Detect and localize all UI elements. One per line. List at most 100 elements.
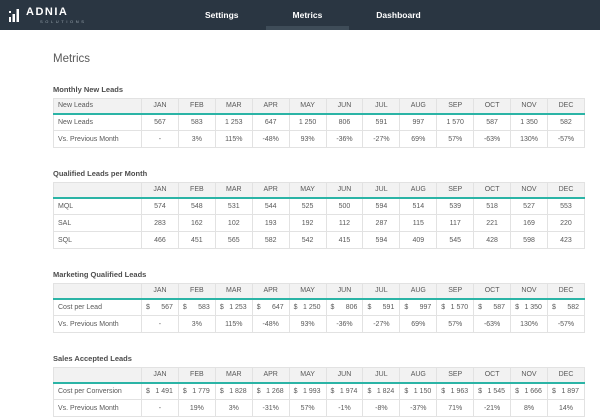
cell-value: 3% <box>215 400 252 417</box>
table-heading: Qualified Leads per Month <box>53 169 585 178</box>
table-header-row: JANFEBMARAPRMAYJUNJULAUGSEPOCTNOVDEC <box>54 284 585 299</box>
table-heading: Monthly New Leads <box>53 85 585 94</box>
currency-symbol: $ <box>478 304 482 311</box>
page-content: Metrics Monthly New LeadsNew LeadsJANFEB… <box>0 30 600 417</box>
tab-metrics[interactable]: Metrics <box>266 0 350 30</box>
cell-value: $1 666 <box>511 383 548 400</box>
cell-value: 565 <box>215 232 252 249</box>
cell-value: $1 253 <box>215 299 252 316</box>
month-header: JUL <box>363 99 400 114</box>
cell-value: -63% <box>474 131 511 148</box>
cell-value: $1 570 <box>437 299 474 316</box>
tab-settings[interactable]: Settings <box>178 0 266 30</box>
cell-value: 192 <box>289 215 326 232</box>
cell-value: -48% <box>252 316 289 333</box>
cell-value: 466 <box>142 232 179 249</box>
cell-value: 283 <box>142 215 179 232</box>
cell-value: 1 250 <box>289 114 326 131</box>
row-label: MQL <box>54 198 142 215</box>
cell-value: 19% <box>178 400 215 417</box>
month-header: SEP <box>437 183 474 198</box>
cell-value: 169 <box>511 215 548 232</box>
cell-value: -31% <box>252 400 289 417</box>
cell-value: - <box>142 400 179 417</box>
month-header: NOV <box>511 183 548 198</box>
currency-symbol: $ <box>515 304 519 311</box>
month-header: JUL <box>363 368 400 383</box>
cell-value: 117 <box>437 215 474 232</box>
table-row: MQL574548531544525500594514539518527553 <box>54 198 585 215</box>
cell-value: 567 <box>142 114 179 131</box>
currency-symbol: $ <box>552 304 556 311</box>
brand-logo: ADNIA SOLUTIONS <box>0 0 150 30</box>
cell-value: 574 <box>142 198 179 215</box>
cell-value: - <box>142 131 179 148</box>
month-header: FEB <box>178 99 215 114</box>
cell-value: 527 <box>511 198 548 215</box>
cell-value: -63% <box>474 316 511 333</box>
table-row: SAL283162102193192112287115117221169220 <box>54 215 585 232</box>
currency-symbol: $ <box>331 388 335 395</box>
cell-value: $1 545 <box>474 383 511 400</box>
brand-text: ADNIA SOLUTIONS <box>26 7 87 24</box>
currency-symbol: $ <box>331 304 335 311</box>
table-row: Vs. Previous Month-3%115%-48%93%-36%-27%… <box>54 316 585 333</box>
cell-value: 1 350 <box>511 114 548 131</box>
month-header: DEC <box>547 183 584 198</box>
cell-value: 647 <box>252 114 289 131</box>
table-row: Cost per Conversion$1 491$1 779$1 828$1 … <box>54 383 585 400</box>
cell-value: 162 <box>178 215 215 232</box>
table-section: Marketing Qualified LeadsJANFEBMARAPRMAY… <box>53 270 585 333</box>
currency-symbol: $ <box>294 304 298 311</box>
month-header: MAY <box>289 99 326 114</box>
cell-value: 583 <box>178 114 215 131</box>
currency-symbol: $ <box>552 388 556 395</box>
cell-value: 525 <box>289 198 326 215</box>
table-row: SQL466451565582542415594409545428598423 <box>54 232 585 249</box>
cell-value: $1 150 <box>400 383 437 400</box>
month-header: SEP <box>437 368 474 383</box>
cell-value: -48% <box>252 131 289 148</box>
tables-container: Monthly New LeadsNew LeadsJANFEBMARAPRMA… <box>53 85 585 417</box>
cell-value: 514 <box>400 198 437 215</box>
brand-name: ADNIA <box>26 7 87 18</box>
row-label-header <box>54 368 142 383</box>
month-header: FEB <box>178 183 215 198</box>
cell-value: - <box>142 316 179 333</box>
cell-value: 548 <box>178 198 215 215</box>
cell-value: $1 350 <box>511 299 548 316</box>
month-header: MAR <box>215 368 252 383</box>
cell-value: 102 <box>215 215 252 232</box>
cell-value: $1 824 <box>363 383 400 400</box>
cell-value: 130% <box>511 131 548 148</box>
currency-symbol: $ <box>220 304 224 311</box>
cell-value: 415 <box>326 232 363 249</box>
month-header: APR <box>252 99 289 114</box>
cell-value: -1% <box>326 400 363 417</box>
month-header: JUN <box>326 368 363 383</box>
row-label: Cost per Lead <box>54 299 142 316</box>
month-header: NOV <box>511 284 548 299</box>
nav-tabs: SettingsMetricsDashboard <box>178 0 448 30</box>
cell-value: 57% <box>437 316 474 333</box>
cell-value: 428 <box>474 232 511 249</box>
page-title: Metrics <box>53 30 585 65</box>
tab-dashboard[interactable]: Dashboard <box>349 0 447 30</box>
cell-value: 57% <box>437 131 474 148</box>
cell-value: $1 491 <box>142 383 179 400</box>
cell-value: -36% <box>326 131 363 148</box>
cell-value: 220 <box>547 215 584 232</box>
cell-value: 71% <box>437 400 474 417</box>
cell-value: 594 <box>363 232 400 249</box>
currency-symbol: $ <box>146 388 150 395</box>
month-header: JUN <box>326 183 363 198</box>
table-header-row: JANFEBMARAPRMAYJUNJULAUGSEPOCTNOVDEC <box>54 183 585 198</box>
cell-value: 3% <box>178 131 215 148</box>
cell-value: 1 253 <box>215 114 252 131</box>
currency-symbol: $ <box>367 304 371 311</box>
cell-value: 544 <box>252 198 289 215</box>
cell-value: 193 <box>252 215 289 232</box>
table-row: Cost per Lead$567$583$1 253$647$1 250$80… <box>54 299 585 316</box>
row-label: Vs. Previous Month <box>54 131 142 148</box>
cell-value: $806 <box>326 299 363 316</box>
